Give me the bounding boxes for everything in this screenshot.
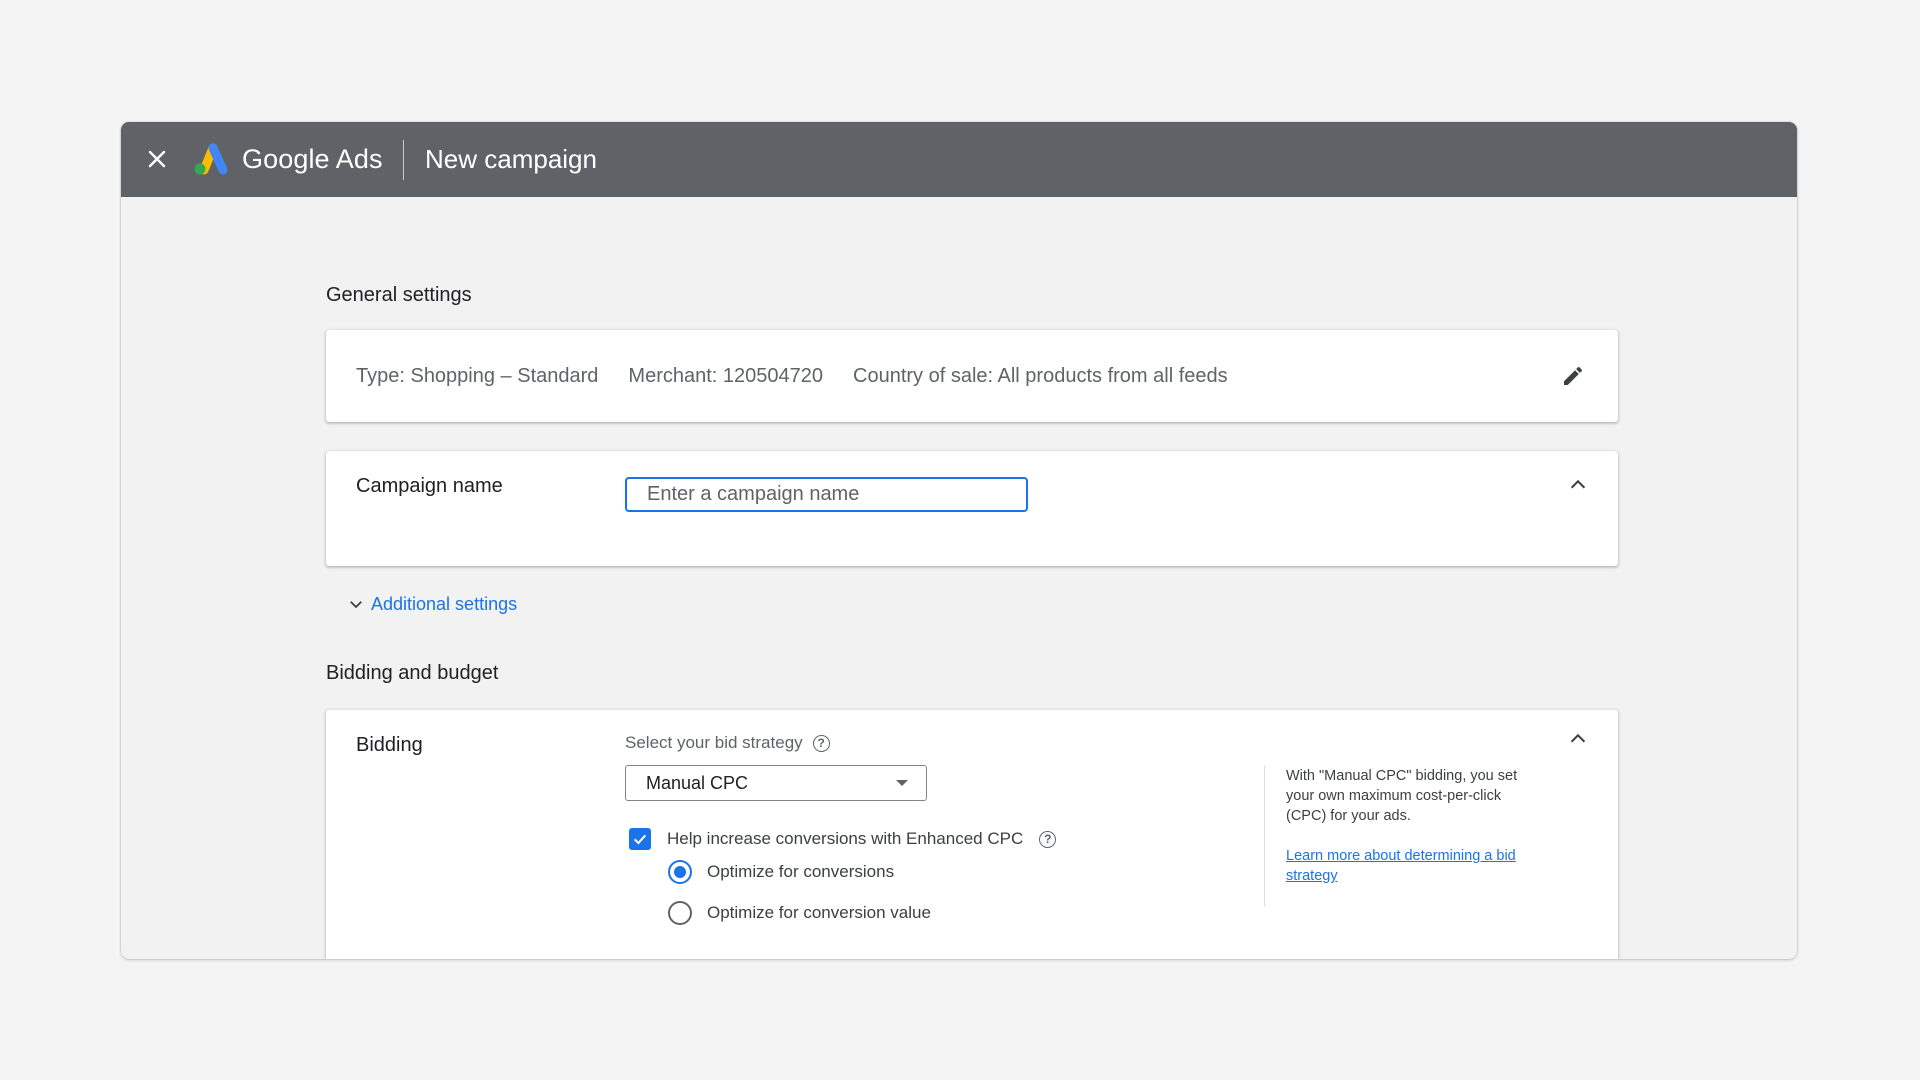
radio-label: Optimize for conversions: [707, 862, 895, 881]
bid-strategy-value: Manual CPC: [646, 772, 749, 793]
bid-strategy-label-row: Select your bid strategy ?: [625, 732, 830, 754]
campaign-name-card: Campaign name: [326, 451, 1618, 566]
help-icon[interactable]: ?: [1039, 830, 1057, 848]
general-settings-heading: General settings: [326, 284, 472, 306]
chevron-up-icon: [1570, 733, 1586, 743]
close-button[interactable]: [145, 147, 169, 171]
collapse-campaign-name-button[interactable]: [1562, 469, 1594, 501]
enhanced-cpc-row: Help increase conversions with Enhanced …: [629, 828, 1057, 850]
dropdown-arrow-icon: [896, 780, 908, 786]
radio-optimize-conversions[interactable]: Optimize for conversions: [668, 860, 894, 884]
additional-settings-label: Additional settings: [371, 594, 518, 614]
brand-name: Google Ads: [242, 144, 383, 174]
country-of-sale: Country of sale: All products from all f…: [853, 365, 1228, 387]
help-icon[interactable]: ?: [812, 734, 830, 752]
app-header: Google Ads New campaign: [121, 122, 1797, 197]
radio-label: Optimize for conversion value: [707, 903, 931, 922]
pencil-icon: [1564, 366, 1583, 385]
bidding-budget-heading: Bidding and budget: [326, 662, 499, 684]
radio-button-selected[interactable]: [668, 860, 692, 884]
header-divider: [403, 140, 404, 180]
enhanced-cpc-label: Help increase conversions with Enhanced …: [667, 829, 1024, 848]
close-icon: [148, 150, 166, 168]
additional-settings-link[interactable]: Additional settings: [347, 592, 517, 616]
campaign-window: Google Ads New campaign General settings…: [121, 122, 1797, 959]
bid-strategy-label: Select your bid strategy: [625, 733, 803, 752]
settings-summary: Type: Shopping – Standard Merchant: 1205…: [356, 363, 1228, 389]
radio-button[interactable]: [668, 901, 692, 925]
enhanced-cpc-checkbox[interactable]: [629, 828, 651, 850]
chevron-down-icon: [350, 601, 362, 609]
collapse-bidding-button[interactable]: [1562, 723, 1594, 755]
page-title: New campaign: [425, 144, 597, 174]
bid-strategy-select[interactable]: Manual CPC: [625, 765, 927, 801]
learn-more-link[interactable]: Learn more about determining a bid strat…: [1286, 846, 1524, 886]
bidding-help-text: With "Manual CPC" bidding, you set your …: [1286, 768, 1518, 824]
chevron-up-icon: [1570, 479, 1586, 489]
bidding-label: Bidding: [356, 734, 423, 756]
google-ads-logo-icon: [191, 142, 229, 176]
campaign-type: Type: Shopping – Standard: [356, 365, 599, 387]
campaign-name-input[interactable]: [625, 477, 1028, 512]
bidding-card: Bidding Select your bid strategy ? Manua…: [326, 710, 1618, 959]
edit-settings-button[interactable]: [1557, 360, 1589, 392]
bidding-help-panel: With "Manual CPC" bidding, you set your …: [1264, 766, 1524, 906]
general-settings-card: Type: Shopping – Standard Merchant: 1205…: [326, 330, 1618, 422]
merchant-id: Merchant: 120504720: [628, 365, 823, 387]
checkmark-icon: [633, 834, 647, 845]
campaign-name-label: Campaign name: [356, 475, 503, 497]
radio-optimize-conversion-value[interactable]: Optimize for conversion value: [668, 901, 931, 925]
radio-dot: [674, 866, 686, 878]
